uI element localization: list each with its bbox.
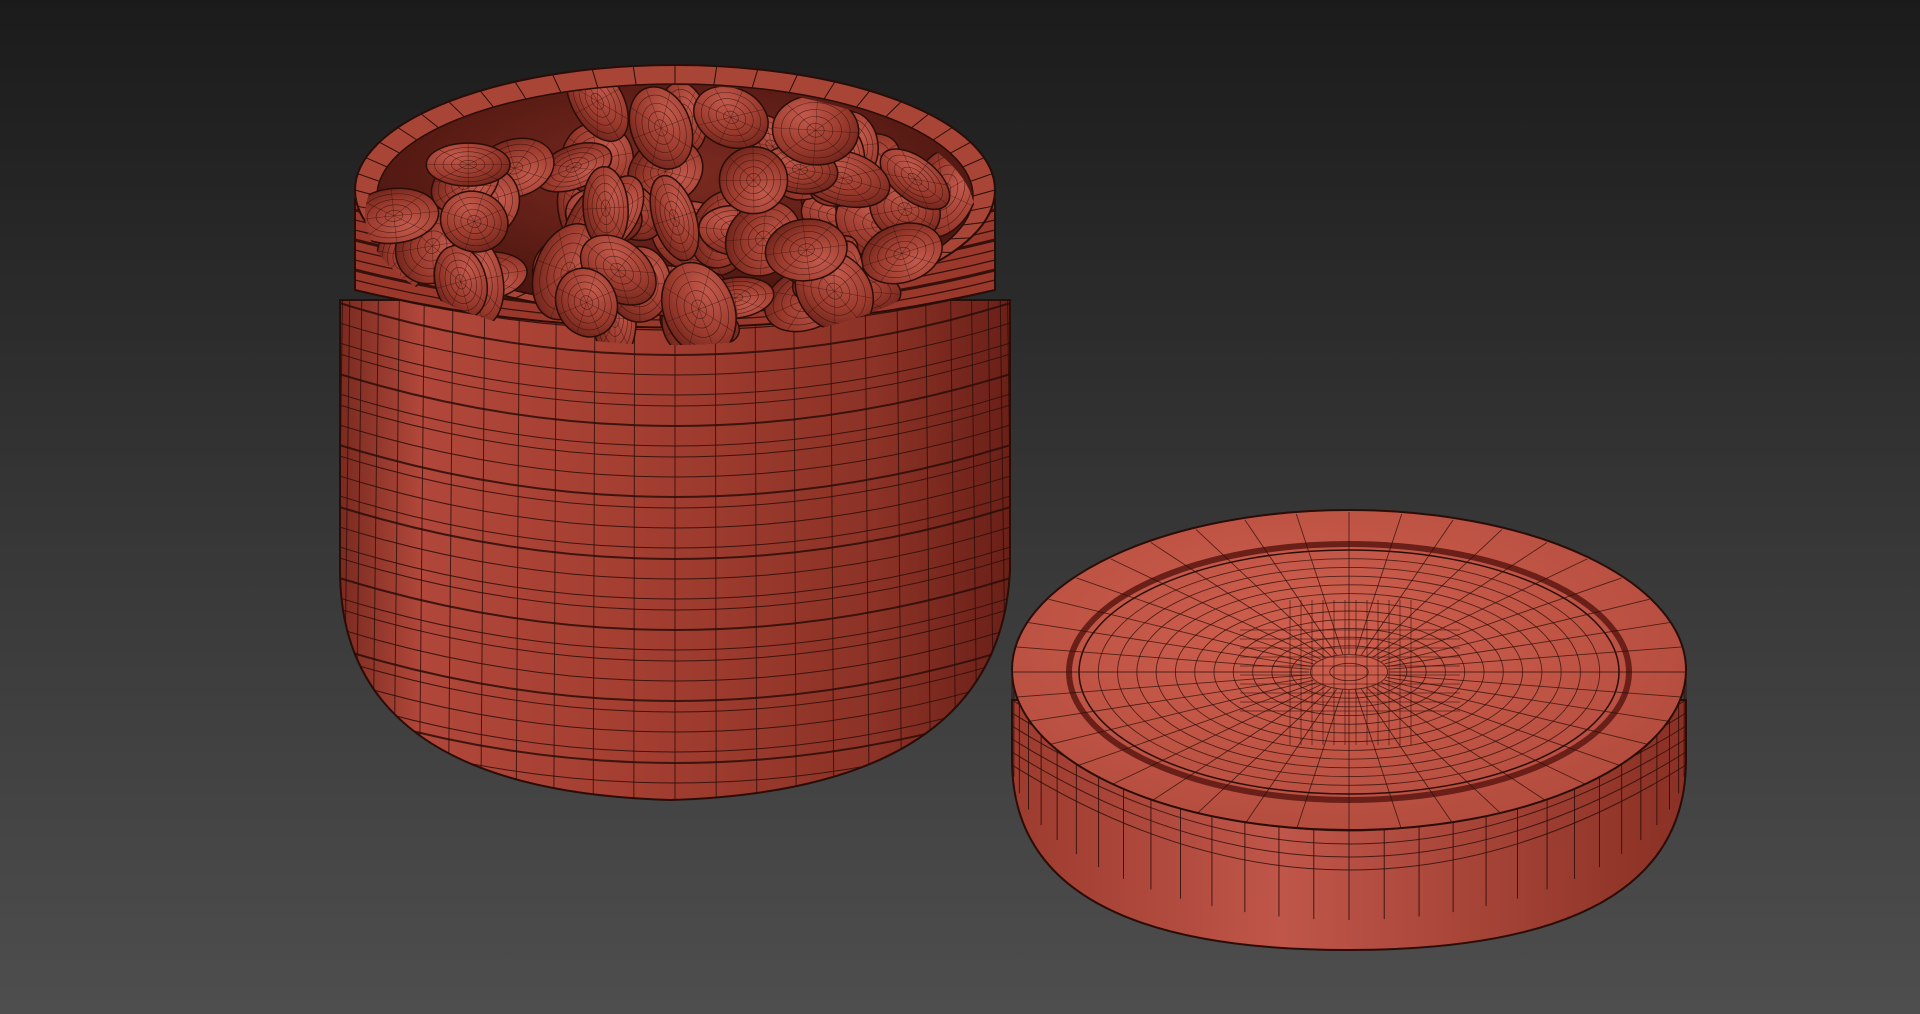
3d-viewport[interactable] <box>0 0 1920 1014</box>
render-canvas <box>0 0 1920 1014</box>
jar-wireframe-mesh <box>339 64 1011 802</box>
lid-wireframe-mesh <box>1011 509 1687 952</box>
